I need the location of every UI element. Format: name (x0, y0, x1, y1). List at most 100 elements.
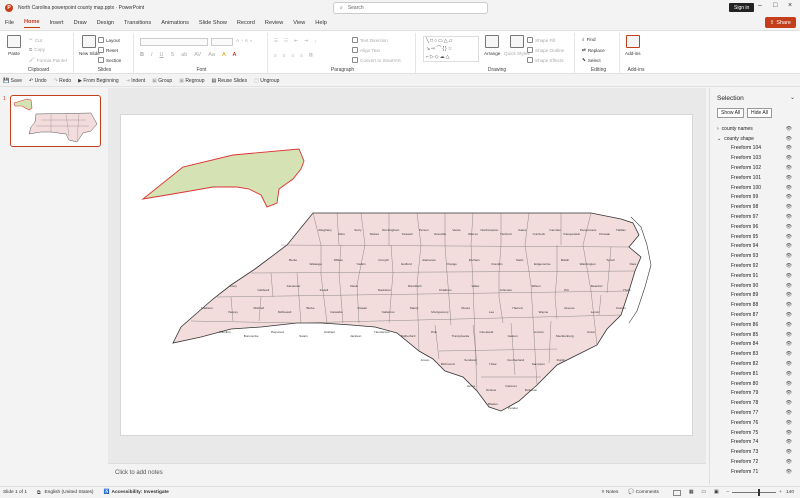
font-name-dropdown[interactable] (140, 38, 208, 46)
county-label[interactable]: Onslow (486, 388, 497, 392)
bullets-icon[interactable]: ☰ (274, 38, 278, 44)
line-spacing-icon[interactable]: ↕ (314, 39, 316, 44)
find-button[interactable]: ⌕ Find (582, 37, 596, 42)
selection-item-row[interactable]: Freeform 97 👁 (710, 212, 800, 222)
align-center-icon[interactable]: ≡ (283, 53, 286, 58)
increase-indent-icon[interactable]: ⇥ (304, 38, 308, 44)
highlight-icon[interactable]: A (222, 52, 226, 58)
county-label[interactable]: Bladen (488, 402, 498, 406)
selection-item-row[interactable]: Freeform 76 👁 (710, 418, 800, 428)
tab-transitions[interactable]: Transitions (124, 18, 151, 28)
eye-icon[interactable]: 👁 (786, 459, 792, 465)
county-label[interactable]: Burke (306, 306, 314, 310)
county-label[interactable]: Cumberland (507, 358, 524, 362)
reuse-slides-button[interactable]: ▤ Reuse Slides (212, 78, 248, 84)
county-label[interactable]: Caldwell (257, 288, 269, 292)
zoom-in-icon[interactable]: + (779, 490, 782, 495)
eye-icon[interactable]: 👁 (786, 253, 792, 259)
group-button[interactable]: ▣ Group (152, 78, 172, 84)
accessibility-icon[interactable]: ♿ (104, 490, 110, 495)
selection-group-row[interactable]: ⌄ county shape 👁 (710, 134, 800, 144)
selection-item-row[interactable]: Freeform 84 👁 (710, 340, 800, 350)
select-button[interactable]: ⬉ Select (582, 57, 601, 63)
align-right-icon[interactable]: ≡ (291, 53, 294, 58)
selection-item-row[interactable]: Freeform 100 👁 (710, 183, 800, 193)
county-label[interactable]: Camden (549, 228, 561, 232)
hide-all-button[interactable]: Hide All (747, 108, 772, 118)
county-label[interactable]: Union (587, 330, 595, 334)
county-label[interactable]: Currituck (533, 232, 546, 236)
shape-fill-button[interactable]: Shape Fill (527, 37, 555, 43)
redo-button[interactable]: ↷ Redo (54, 78, 72, 84)
selection-item-row[interactable]: Freeform 75 👁 (710, 428, 800, 438)
eye-icon[interactable]: 👁 (786, 273, 792, 279)
numbering-icon[interactable]: ☷ (284, 38, 288, 44)
nc-county-map[interactable]: Alleghany Ashe Surry StokesRockinghamCaswel… (121, 115, 692, 435)
eye-icon[interactable]: 👁 (786, 449, 792, 455)
share-button[interactable]: ⇪ Share (764, 17, 796, 28)
eye-icon[interactable]: 👁 (786, 312, 792, 318)
selection-item-row[interactable]: Freeform 86 👁 (710, 320, 800, 330)
county-label[interactable]: Pasquotank (564, 232, 581, 236)
bold-icon[interactable]: B (140, 52, 144, 58)
eye-icon[interactable]: 👁 (786, 224, 792, 230)
tab-draw[interactable]: Draw (74, 18, 87, 28)
selection-item-row[interactable]: Freeform 98 👁 (710, 202, 800, 212)
county-label[interactable]: Wilson (531, 284, 541, 288)
language-status[interactable]: English (United States) (44, 490, 93, 495)
font-color-icon[interactable]: A (233, 52, 237, 58)
selection-item-row[interactable]: Freeform 91 👁 (710, 271, 800, 281)
notes-toggle[interactable]: ≡ Notes (602, 490, 619, 495)
county-label[interactable]: Yadkin (356, 262, 366, 266)
eye-icon[interactable]: 👁 (786, 439, 792, 445)
chevron-down-icon[interactable]: ⌄ (790, 94, 795, 101)
eye-icon[interactable]: 👁 (786, 302, 792, 308)
spacing-icon[interactable]: AV (194, 52, 201, 58)
align-buttons[interactable]: ≡ ≡ ≡ ≡ ▥ (274, 52, 313, 58)
county-label[interactable]: Sampson (532, 362, 545, 366)
county-label[interactable]: Graham (324, 330, 336, 334)
eye-icon[interactable]: 👁 (786, 145, 792, 151)
county-label[interactable]: Moore (461, 306, 470, 310)
save-button[interactable]: 💾 Save (3, 78, 22, 84)
eye-icon[interactable]: 👁 (786, 381, 792, 387)
eye-icon[interactable]: 👁 (786, 420, 792, 426)
selection-item-row[interactable]: Freeform 83 👁 (710, 349, 800, 359)
slide-sorter-icon[interactable]: ▦ (689, 490, 694, 495)
county-label[interactable]: Wayne (539, 310, 549, 314)
county-label[interactable]: Lee (489, 310, 494, 314)
eye-icon[interactable]: 👁 (786, 185, 792, 191)
county-label[interactable]: Vance (452, 228, 461, 232)
comments-toggle[interactable]: 💬 Comments (628, 490, 659, 495)
justify-icon[interactable]: ≡ (300, 53, 303, 58)
county-label[interactable]: Durham (469, 258, 480, 262)
selection-item-row[interactable]: Freeform 85 👁 (710, 330, 800, 340)
zoom-level[interactable]: 140 (786, 490, 794, 495)
county-label[interactable]: Swain (299, 334, 308, 338)
selection-item-row[interactable]: Freeform 82 👁 (710, 359, 800, 369)
addins-button[interactable]: Add-ins (625, 35, 641, 56)
selection-group-row[interactable]: › county names 👁 (710, 124, 800, 134)
section-button[interactable]: Section (98, 57, 121, 63)
county-label[interactable]: Stanly (410, 306, 419, 310)
county-label[interactable]: McDowell (278, 310, 292, 314)
selection-item-row[interactable]: Freeform 102 👁 (710, 163, 800, 173)
decrease-indent-icon[interactable]: ⇤ (294, 38, 298, 44)
tab-slide-show[interactable]: Slide Show (199, 18, 227, 28)
eye-icon[interactable]: 👁 (786, 136, 792, 142)
tab-design[interactable]: Design (97, 18, 114, 28)
county-label[interactable]: Nash (516, 258, 524, 262)
county-label[interactable]: Randolph (408, 284, 422, 288)
county-label[interactable]: Hyde (623, 288, 631, 292)
eye-icon[interactable]: 👁 (786, 292, 792, 298)
reset-button[interactable]: Reset (98, 47, 118, 53)
county-label[interactable]: Carteret (505, 384, 516, 388)
selection-item-row[interactable]: Freeform 73 👁 (710, 447, 800, 457)
eye-icon[interactable]: 👁 (786, 371, 792, 377)
county-label[interactable]: Madison (201, 306, 213, 310)
normal-view-icon[interactable] (672, 489, 681, 496)
county-label[interactable]: Jackson (350, 334, 362, 338)
county-label[interactable]: Halifax (616, 228, 626, 232)
font-style-buttons[interactable]: B I U Sab AV Aa A A (140, 52, 236, 58)
county-label[interactable]: Johnston (500, 288, 513, 292)
